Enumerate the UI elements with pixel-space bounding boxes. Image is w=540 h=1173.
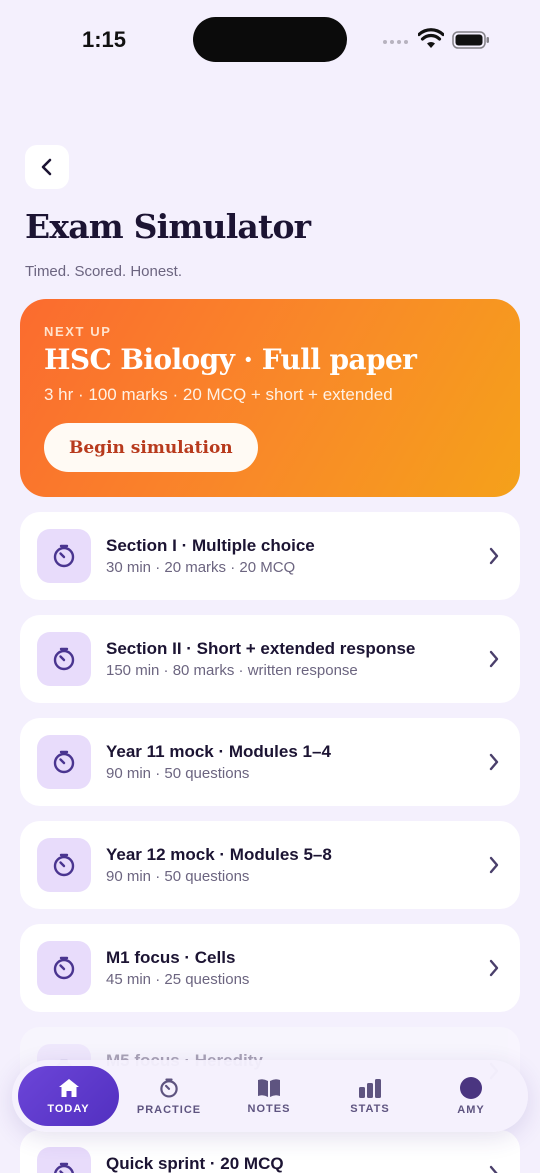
exam-icon-tile (37, 838, 91, 892)
status-bar: 1:15 (0, 0, 540, 80)
next-up-title: HSC Biology · Full paper (44, 343, 417, 376)
exam-list-item[interactable]: M1 focus · Cells 45 min · 25 questions (20, 924, 520, 1012)
timer-icon (53, 956, 75, 980)
tab-label: STATS (350, 1102, 390, 1115)
exam-icon-tile (37, 1147, 91, 1173)
exam-meta: 45 min · 25 questions (106, 971, 250, 988)
timer-icon (53, 647, 75, 671)
tab-practice[interactable]: PRACTICE (119, 1066, 219, 1126)
page-subtitle: Timed. Scored. Honest. (25, 263, 183, 280)
status-time: 1:15 (82, 27, 127, 52)
tab-label: AMY (457, 1103, 485, 1116)
tab-notes[interactable]: NOTES (219, 1066, 319, 1126)
wifi-icon (418, 28, 444, 48)
exam-list-item[interactable]: Year 11 mock · Modules 1–4 90 min · 50 q… (20, 718, 520, 806)
exam-title: Year 11 mock · Modules 1–4 (106, 742, 331, 761)
page-title: Exam Simulator (25, 207, 311, 246)
exam-title: Quick sprint · 20 MCQ (106, 1154, 284, 1173)
tab-stats[interactable]: STATS (320, 1066, 420, 1126)
chevron-right-icon (489, 856, 499, 874)
next-up-card: NEXT UP HSC Biology · Full paper 3 hr · … (20, 299, 520, 497)
chevron-right-icon (489, 959, 499, 977)
book-icon (258, 1078, 280, 1097)
bar-chart-icon (359, 1078, 381, 1098)
exam-meta: 30 min · 20 marks · 20 MCQ (106, 559, 296, 576)
timer-icon (53, 853, 75, 877)
tab-label: PRACTICE (136, 1103, 202, 1116)
exam-list-item[interactable]: Section II · Short + extended response 1… (20, 615, 520, 703)
dynamic-island (193, 17, 347, 62)
exam-meta: 150 min · 80 marks · written response (106, 662, 358, 679)
chevron-right-icon (489, 753, 499, 771)
begin-simulation-button[interactable]: Begin simulation (44, 423, 258, 472)
exam-title: Section II · Short + extended response (106, 639, 416, 658)
exam-icon-tile (37, 632, 91, 686)
next-up-eyebrow: NEXT UP (44, 324, 112, 339)
exam-title: Year 12 mock · Modules 5–8 (106, 845, 332, 864)
exam-meta: 90 min · 50 questions (106, 765, 250, 782)
timer-icon (53, 750, 75, 774)
exam-icon-tile (37, 529, 91, 583)
tab-profile[interactable]: AMY (421, 1066, 521, 1126)
cellular-signal-icon (383, 40, 408, 44)
back-button[interactable] (25, 145, 69, 189)
chevron-right-icon (489, 1165, 498, 1173)
chevron-right-icon (489, 547, 499, 565)
timer-icon (160, 1077, 178, 1098)
next-up-meta: 3 hr · 100 marks · 20 MCQ + short + exte… (44, 385, 393, 404)
exam-title: Section I · Multiple choice (106, 536, 315, 555)
exam-list-item[interactable]: Section I · Multiple choice 30 min · 20 … (20, 512, 520, 600)
chevron-left-icon (41, 158, 52, 176)
exam-icon-tile (37, 941, 91, 995)
exam-icon-tile (37, 735, 91, 789)
timer-icon (53, 544, 75, 568)
exam-list-item[interactable]: Year 12 mock · Modules 5–8 90 min · 50 q… (20, 821, 520, 909)
tab-label: TODAY (47, 1102, 90, 1115)
chevron-right-icon (489, 650, 499, 668)
battery-icon (452, 31, 489, 49)
exam-meta: 90 min · 50 questions (106, 868, 250, 885)
home-icon (58, 1078, 79, 1097)
exam-list-item[interactable]: Quick sprint · 20 MCQ (20, 1130, 520, 1173)
tab-today[interactable]: TODAY (18, 1066, 119, 1126)
avatar (460, 1076, 482, 1099)
tab-label: NOTES (247, 1102, 291, 1115)
exam-title: M1 focus · Cells (106, 948, 236, 967)
timer-icon (54, 1162, 74, 1173)
tab-bar: TODAY PRACTICE NOTES STATS AMY (12, 1060, 528, 1132)
